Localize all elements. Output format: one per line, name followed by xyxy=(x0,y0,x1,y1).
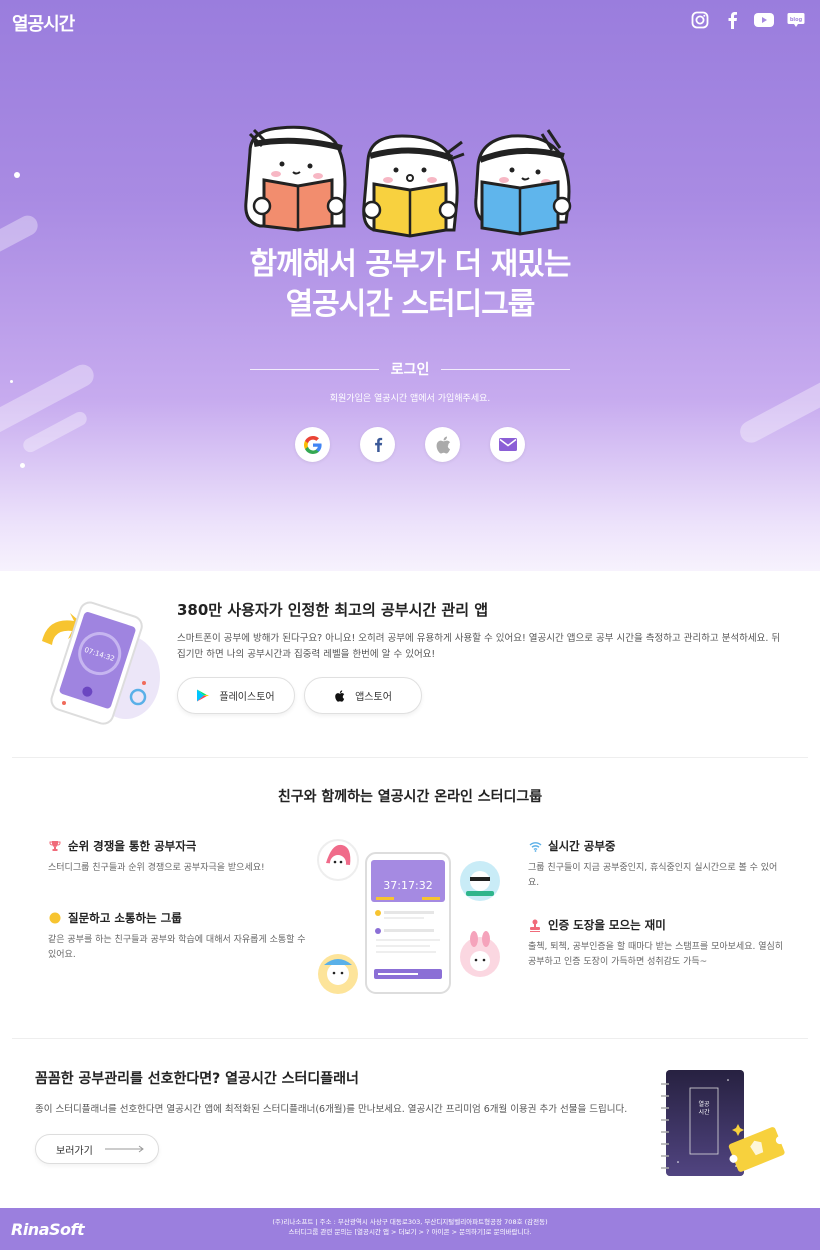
planner-desc: 종이 스터디플래너를 선호한다면 열공시간 앱에 최적화된 스터디플래너(6개월… xyxy=(35,1104,628,1115)
group-timer-text: 37:17:32 xyxy=(383,879,432,892)
login-label: 로그인 xyxy=(390,362,430,378)
feature-desc: 출첵, 퇴첵, 공부인증을 할 때마다 받는 스탬프를 모아보세요. 열심히 공… xyxy=(528,942,784,967)
feature-ranking: 순위 경쟁을 통한 공부자극 스터디그룹 친구들과 순위 경쟁으로 공부자극을 … xyxy=(48,838,308,876)
store-buttons: 플레이스토어 앱스토어 xyxy=(177,677,422,714)
facebook-icon[interactable] xyxy=(722,10,742,30)
play-store-label: 플레이스토어 xyxy=(219,692,275,703)
footer: RinaSoft (주)리나소프트 | 주소 : 부산광역시 사상구 대동로30… xyxy=(0,1208,820,1250)
planner-title: 꼼꼼한 공부관리를 선호한다면? 열공시간 스터디플래너 xyxy=(35,1071,359,1087)
app-store-button[interactable]: 앱스토어 xyxy=(304,677,422,714)
apple-icon xyxy=(436,436,450,454)
feature-title: 실시간 공부중 xyxy=(548,839,616,853)
google-play-icon xyxy=(197,689,210,702)
feature-qna: 질문하고 소통하는 그룹 같은 공부를 하는 친구들과 공부와 학습에 대해서 … xyxy=(48,910,308,963)
svg-text:blog: blog xyxy=(790,17,803,23)
stamp-icon xyxy=(528,918,542,932)
blog-icon[interactable]: blog xyxy=(786,10,806,30)
app-intro-desc: 스마트폰이 공부에 방해가 된다구요? 아니요! 오히려 공부에 유용하게 사용… xyxy=(177,633,781,660)
sns-links: blog xyxy=(690,10,806,30)
youtube-icon[interactable] xyxy=(754,10,774,30)
book-label-1: 열공 xyxy=(698,1100,710,1108)
hero-title-line2: 열공시간 스터디그룹 xyxy=(285,287,536,322)
book-label-2: 시간 xyxy=(698,1108,710,1116)
instagram-icon[interactable] xyxy=(690,10,710,30)
divider-line xyxy=(441,368,571,370)
app-logo[interactable]: 열공시간 xyxy=(12,10,75,36)
feature-title: 인증 도장을 모으는 재미 xyxy=(548,918,666,932)
app-intro-section: 07:14:32 380만 사용자가 인정한 최고의 공부시간 관리 앱 스마트… xyxy=(0,571,820,757)
chat-bubble-icon xyxy=(48,911,62,925)
mail-icon xyxy=(498,438,517,451)
study-group-phone-illustration: 37:17:32 xyxy=(317,839,500,994)
feature-title: 순위 경쟁을 통한 공부자극 xyxy=(68,839,197,853)
planner-book-illustration: 열공 시간 xyxy=(661,1070,785,1176)
login-heading: 로그인 xyxy=(250,358,571,380)
apple-login-button[interactable] xyxy=(425,427,460,462)
study-characters-illustration xyxy=(244,125,572,238)
app-store-label: 앱스토어 xyxy=(355,692,392,703)
planner-view-label: 보러가기 xyxy=(56,1145,93,1157)
trophy-icon xyxy=(48,839,62,853)
wifi-icon xyxy=(528,839,542,853)
apple-icon xyxy=(335,689,345,702)
social-login-buttons xyxy=(295,427,525,462)
facebook-login-button[interactable] xyxy=(360,427,395,462)
divider-line xyxy=(250,368,379,370)
section-divider xyxy=(12,1038,808,1039)
play-store-button[interactable]: 플레이스토어 xyxy=(177,677,295,714)
google-login-button[interactable] xyxy=(295,427,330,462)
company-address: (주)리나소프트 | 주소 : 부산광역시 사상구 대동로303, 부산디지털벨… xyxy=(272,1218,548,1226)
app-intro-title: 380만 사용자가 인정한 최고의 공부시간 관리 앱 xyxy=(177,601,489,619)
arrow-right-icon xyxy=(104,1145,144,1153)
feature-title: 질문하고 소통하는 그룹 xyxy=(68,911,182,925)
timer-phone-illustration: 07:14:32 xyxy=(42,601,160,725)
study-group-title: 친구와 함께하는 열공시간 온라인 스터디그룹 xyxy=(277,789,543,805)
decor-streak xyxy=(20,409,90,455)
feature-desc: 그룹 친구들이 지금 공부중인지, 휴식중인지 실시간으로 볼 수 있어요. xyxy=(528,863,778,888)
decor-dot xyxy=(10,380,13,383)
feature-stamp: 인증 도장을 모으는 재미 출첵, 퇴첵, 공부인증을 할 때마다 받는 스탬프… xyxy=(528,917,788,970)
decor-dot xyxy=(20,463,25,468)
feature-desc: 같은 공부를 하는 친구들과 공부와 학습에 대해서 자유롭게 소통할 수 있어… xyxy=(48,935,306,960)
decor-streak xyxy=(736,375,820,447)
planner-view-button[interactable]: 보러가기 xyxy=(35,1134,159,1164)
facebook-icon xyxy=(374,437,382,452)
company-info: (주)리나소프트 | 주소 : 부산광역시 사상구 대동로303, 부산디지털벨… xyxy=(0,1217,820,1237)
section-divider xyxy=(12,757,808,758)
email-login-button[interactable] xyxy=(490,427,525,462)
hero-title-line1: 함께해서 공부가 더 재밌는 xyxy=(249,247,572,282)
hero-title: 함께해서 공부가 더 재밌는 열공시간 스터디그룹 xyxy=(0,245,820,325)
feature-realtime: 실시간 공부중 그룹 친구들이 지금 공부중인지, 휴식중인지 실시간으로 볼 … xyxy=(528,838,788,891)
login-subtext: 회원가입은 열공시간 앱에서 가입해주세요. xyxy=(329,394,491,404)
google-icon xyxy=(303,435,322,454)
company-contact: 스터디그룹 관련 문의는 [열공시간 앱 > 더보기 > ? 아이콘 > 문의하… xyxy=(288,1228,532,1236)
feature-desc: 스터디그룹 친구들과 순위 경쟁으로 공부자극을 받으세요! xyxy=(48,863,265,873)
decor-dot xyxy=(14,172,20,178)
hero-section: 열공시간 blog 함께해서 공부가 더 재밌는 열공시간 스터디그룹 로그인 … xyxy=(0,0,820,571)
